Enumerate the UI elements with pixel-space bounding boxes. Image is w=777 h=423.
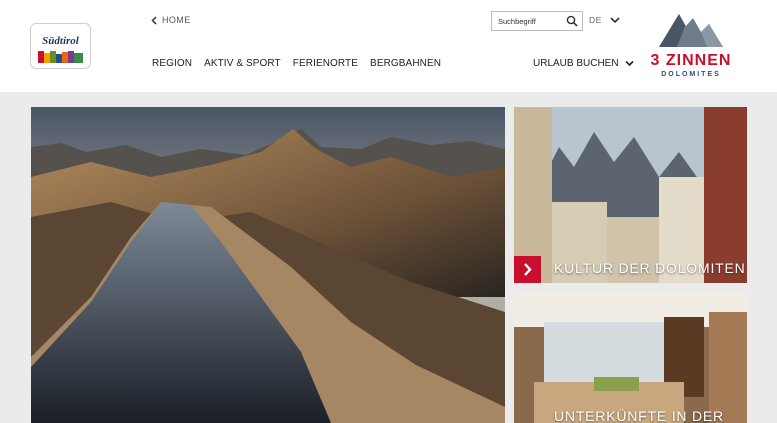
hero-image[interactable]: [31, 107, 505, 423]
site-header: Südtirol HOME REGION AKTIV & SPORT FERIE…: [0, 0, 777, 92]
suedtirol-logo[interactable]: Südtirol: [30, 23, 91, 69]
logo-stripes-icon: [38, 51, 83, 63]
hotel-room-image: [514, 292, 747, 423]
main-nav: REGION AKTIV & SPORT FERIENORTE BERGBAHN…: [152, 58, 441, 69]
chevron-left-icon: [151, 15, 157, 25]
nav-item-ferienorte[interactable]: FERIENORTE: [293, 58, 358, 69]
tile-kultur[interactable]: KULTUR DER DOLOMITEN: [514, 107, 747, 283]
tile-arrow-button[interactable]: [514, 256, 541, 283]
booking-label: URLAUB BUCHEN: [533, 58, 619, 69]
dolomites-town-image: [514, 107, 747, 283]
brand-title: 3 ZINNEN: [650, 52, 732, 69]
tile-caption: KULTUR DER DOLOMITEN: [554, 260, 746, 276]
logo-text: Südtirol: [42, 35, 79, 47]
home-label: HOME: [162, 15, 191, 25]
nav-item-region[interactable]: REGION: [152, 58, 192, 69]
search-box: [491, 11, 583, 31]
chevron-down-icon[interactable]: [610, 16, 620, 24]
nav-item-aktiv-sport[interactable]: AKTIV & SPORT: [204, 58, 281, 69]
chevron-right-icon: [524, 263, 532, 276]
tre-cime-logo[interactable]: 3 ZINNEN DOLOMITES: [641, 10, 741, 82]
booking-menu[interactable]: URLAUB BUCHEN: [533, 58, 634, 69]
tile-unterkuenfte[interactable]: UNTERKÜNFTE IN DER: [514, 292, 747, 423]
home-link[interactable]: HOME: [151, 15, 191, 25]
nav-item-bergbahnen[interactable]: BERGBAHNEN: [370, 58, 441, 69]
mountain-peaks-icon: [659, 14, 723, 47]
language-selector[interactable]: DE: [589, 15, 602, 25]
dolomites-landscape-image: [31, 107, 505, 423]
brand-subtitle: DOLOMITES: [661, 71, 721, 78]
chevron-down-icon: [625, 60, 634, 67]
search-input[interactable]: [492, 12, 564, 30]
tile-caption: UNTERKÜNFTE IN DER: [554, 408, 724, 423]
search-icon[interactable]: [566, 15, 578, 27]
